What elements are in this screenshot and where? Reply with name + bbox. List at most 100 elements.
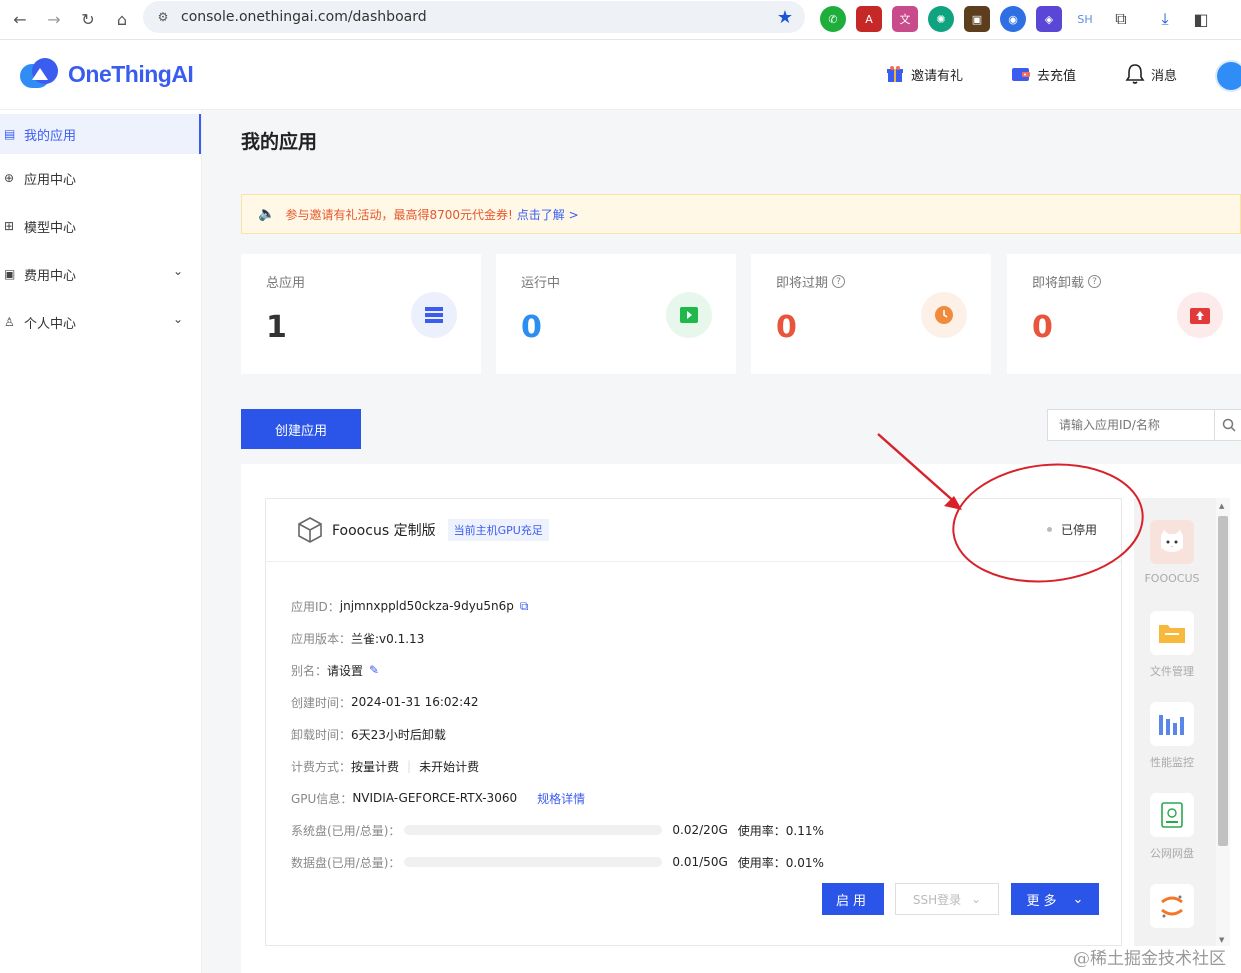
address-bar[interactable]: ⚙ console.onethingai.com/dashboard ★ (143, 1, 805, 33)
start-button[interactable]: 启用 (822, 883, 884, 915)
chevron-down-icon: ⌄ (971, 892, 982, 906)
copy-icon[interactable]: ⧉ (520, 599, 529, 614)
extension-globe-icon[interactable]: ◉ (1000, 6, 1026, 32)
logo-text: OneThingAI (68, 60, 194, 87)
scroll-down-icon[interactable]: ▼ (1219, 936, 1224, 944)
ssh-login-button[interactable]: SSH登录 ⌄ (895, 883, 999, 915)
divider: | (407, 759, 412, 773)
messages-link[interactable]: 消息 (1125, 64, 1177, 84)
data-disk-usage: 使用率：0.01% (737, 855, 824, 870)
translate-icon[interactable]: 文 (892, 6, 918, 32)
stat-label: 即将过期? (776, 272, 846, 291)
gift-icon (885, 64, 905, 84)
tool-label: 性能监控 (1150, 756, 1194, 769)
list-icon (411, 292, 457, 338)
sidebar-item-billing[interactable]: ▣ 费用中心 ⌄ (0, 250, 201, 298)
status-text: 已停用 (1060, 523, 1097, 537)
info-row-alias: 别名： 请设置 ✎ (291, 654, 824, 686)
invite-label: 邀请有礼 (911, 68, 964, 84)
stat-label: 运行中 (521, 276, 561, 291)
sidebar-item-my-apps[interactable]: ▤ 我的应用 (0, 114, 201, 154)
extension-icons: ✆ A 文 ✺ ▣ ◉ ◈ SH ⧉ ⤓ ◧ (820, 6, 1214, 32)
alias-value: 请设置 (327, 663, 364, 678)
extensions-puzzle-icon[interactable]: ⧉ (1108, 6, 1134, 32)
whatsapp-icon[interactable]: ✆ (820, 6, 846, 32)
help-icon[interactable]: ? (832, 275, 846, 288)
jupyter-icon (1150, 884, 1194, 928)
chatgpt-icon[interactable]: ✺ (928, 6, 954, 32)
stat-label: 总应用 (266, 276, 306, 291)
search-icon[interactable] (1214, 410, 1241, 440)
sidebar-item-personal[interactable]: ♙ 个人中心 ⌄ (0, 298, 201, 346)
tool-label: FOOOCUS (1144, 572, 1200, 585)
chevron-down-icon: ⌄ (172, 264, 183, 278)
app-header: OneThingAI 邀请有礼 去充值 消息 (0, 40, 1241, 110)
scroll-up-icon[interactable]: ▲ (1219, 502, 1224, 510)
billing-value: 按量计费 (351, 759, 400, 774)
billing-state: 未开始计费 (419, 759, 480, 774)
url-text[interactable]: console.onethingai.com/dashboard (181, 9, 427, 25)
scrollbar-thumb[interactable] (1218, 516, 1228, 846)
more-label: 更多 (1026, 893, 1061, 909)
created-value: 2024-01-31 16:02:42 (351, 695, 479, 709)
field-label: 应用版本： (291, 631, 352, 646)
create-app-button[interactable]: 创建应用 (241, 409, 361, 449)
edit-icon[interactable]: ✎ (369, 663, 379, 677)
notice-link[interactable]: 点击了解 > (517, 206, 579, 223)
onethingai-logo[interactable]: OneThingAI (20, 56, 194, 92)
pdf-icon[interactable]: A (856, 6, 882, 32)
page-title: 我的应用 (241, 131, 318, 153)
avatar[interactable] (1215, 60, 1241, 92)
extension-sh-icon[interactable]: SH (1072, 6, 1098, 32)
extension-photo-icon[interactable]: ▣ (964, 6, 990, 32)
gpu-value: NVIDIA-GEFORCE-RTX-3060 (352, 791, 518, 805)
sidebar-item-label: 模型中心 (24, 220, 77, 236)
sidebar-item-model-center[interactable]: ⊞ 模型中心 (0, 202, 201, 250)
bell-icon (1125, 64, 1145, 84)
download-icon[interactable]: ⤓ (1152, 6, 1178, 32)
ssh-label: SSH登录 (912, 892, 962, 907)
home-icon[interactable]: ⌂ (108, 6, 136, 34)
tools-scrollbar[interactable]: ▲ ▼ (1216, 498, 1230, 946)
speaker-icon: 🔈 (258, 206, 276, 222)
stat-card-running: 运行中 0 (496, 254, 736, 374)
chevron-down-icon: ⌄ (1072, 891, 1084, 907)
recharge-link[interactable]: 去充值 (1011, 64, 1076, 84)
tool-jupyter[interactable] (1150, 884, 1194, 928)
info-row-billing: 计费方式： 按量计费 | 未开始计费 (291, 750, 824, 782)
tool-label: 公网网盘 (1150, 847, 1194, 860)
app-info: 应用ID： jnjmnxppld50ckza-9dyu5n6p ⧉ 应用版本： … (291, 590, 824, 878)
search-input[interactable] (1048, 410, 1214, 440)
gpu-status-badge: 当前主机GPU充足 (447, 519, 549, 541)
notice-text: 参与邀请有礼活动，最高得8700元代金券! (285, 207, 513, 222)
back-arrow-icon[interactable]: ← (6, 6, 34, 34)
spec-details-link[interactable]: 规格详情 (537, 790, 585, 807)
sidepanel-icon[interactable]: ◧ (1188, 6, 1214, 32)
extension-shield-icon[interactable]: ◈ (1036, 6, 1062, 32)
invite-link[interactable]: 邀请有礼 (885, 64, 963, 84)
system-disk-bar (404, 825, 663, 835)
tool-fooocus[interactable]: FOOOCUS (1144, 520, 1200, 585)
forward-arrow-icon[interactable]: → (40, 6, 68, 34)
tool-file-manager[interactable]: 文件管理 (1150, 611, 1194, 679)
stat-label: 即将卸载? (1032, 272, 1102, 291)
cat-icon (1150, 520, 1194, 564)
app-search (1047, 409, 1241, 441)
sidebar-item-app-center[interactable]: ⊕ 应用中心 (0, 154, 201, 202)
folder-icon (1150, 611, 1194, 655)
stat-card-total: 总应用 1 (241, 254, 481, 374)
site-settings-icon[interactable]: ⚙ (155, 9, 171, 25)
cube-icon (296, 516, 324, 544)
tool-netdisk[interactable]: 公网网盘 (1150, 793, 1194, 861)
info-row-created: 创建时间： 2024-01-31 16:02:42 (291, 686, 824, 718)
reload-icon[interactable]: ↻ (74, 6, 102, 34)
logo-mark-icon (20, 56, 62, 92)
help-icon[interactable]: ? (1088, 275, 1102, 288)
more-button[interactable]: 更多 ⌄ (1011, 883, 1099, 915)
field-label: 系统盘(已用/总量)： (291, 823, 401, 838)
field-label: 应用ID： (291, 599, 340, 614)
bar-chart-icon (1150, 702, 1194, 746)
sidebar-item-label: 我的应用 (24, 128, 77, 144)
tool-monitor[interactable]: 性能监控 (1150, 702, 1194, 770)
bookmark-star-icon[interactable]: ★ (777, 7, 793, 28)
